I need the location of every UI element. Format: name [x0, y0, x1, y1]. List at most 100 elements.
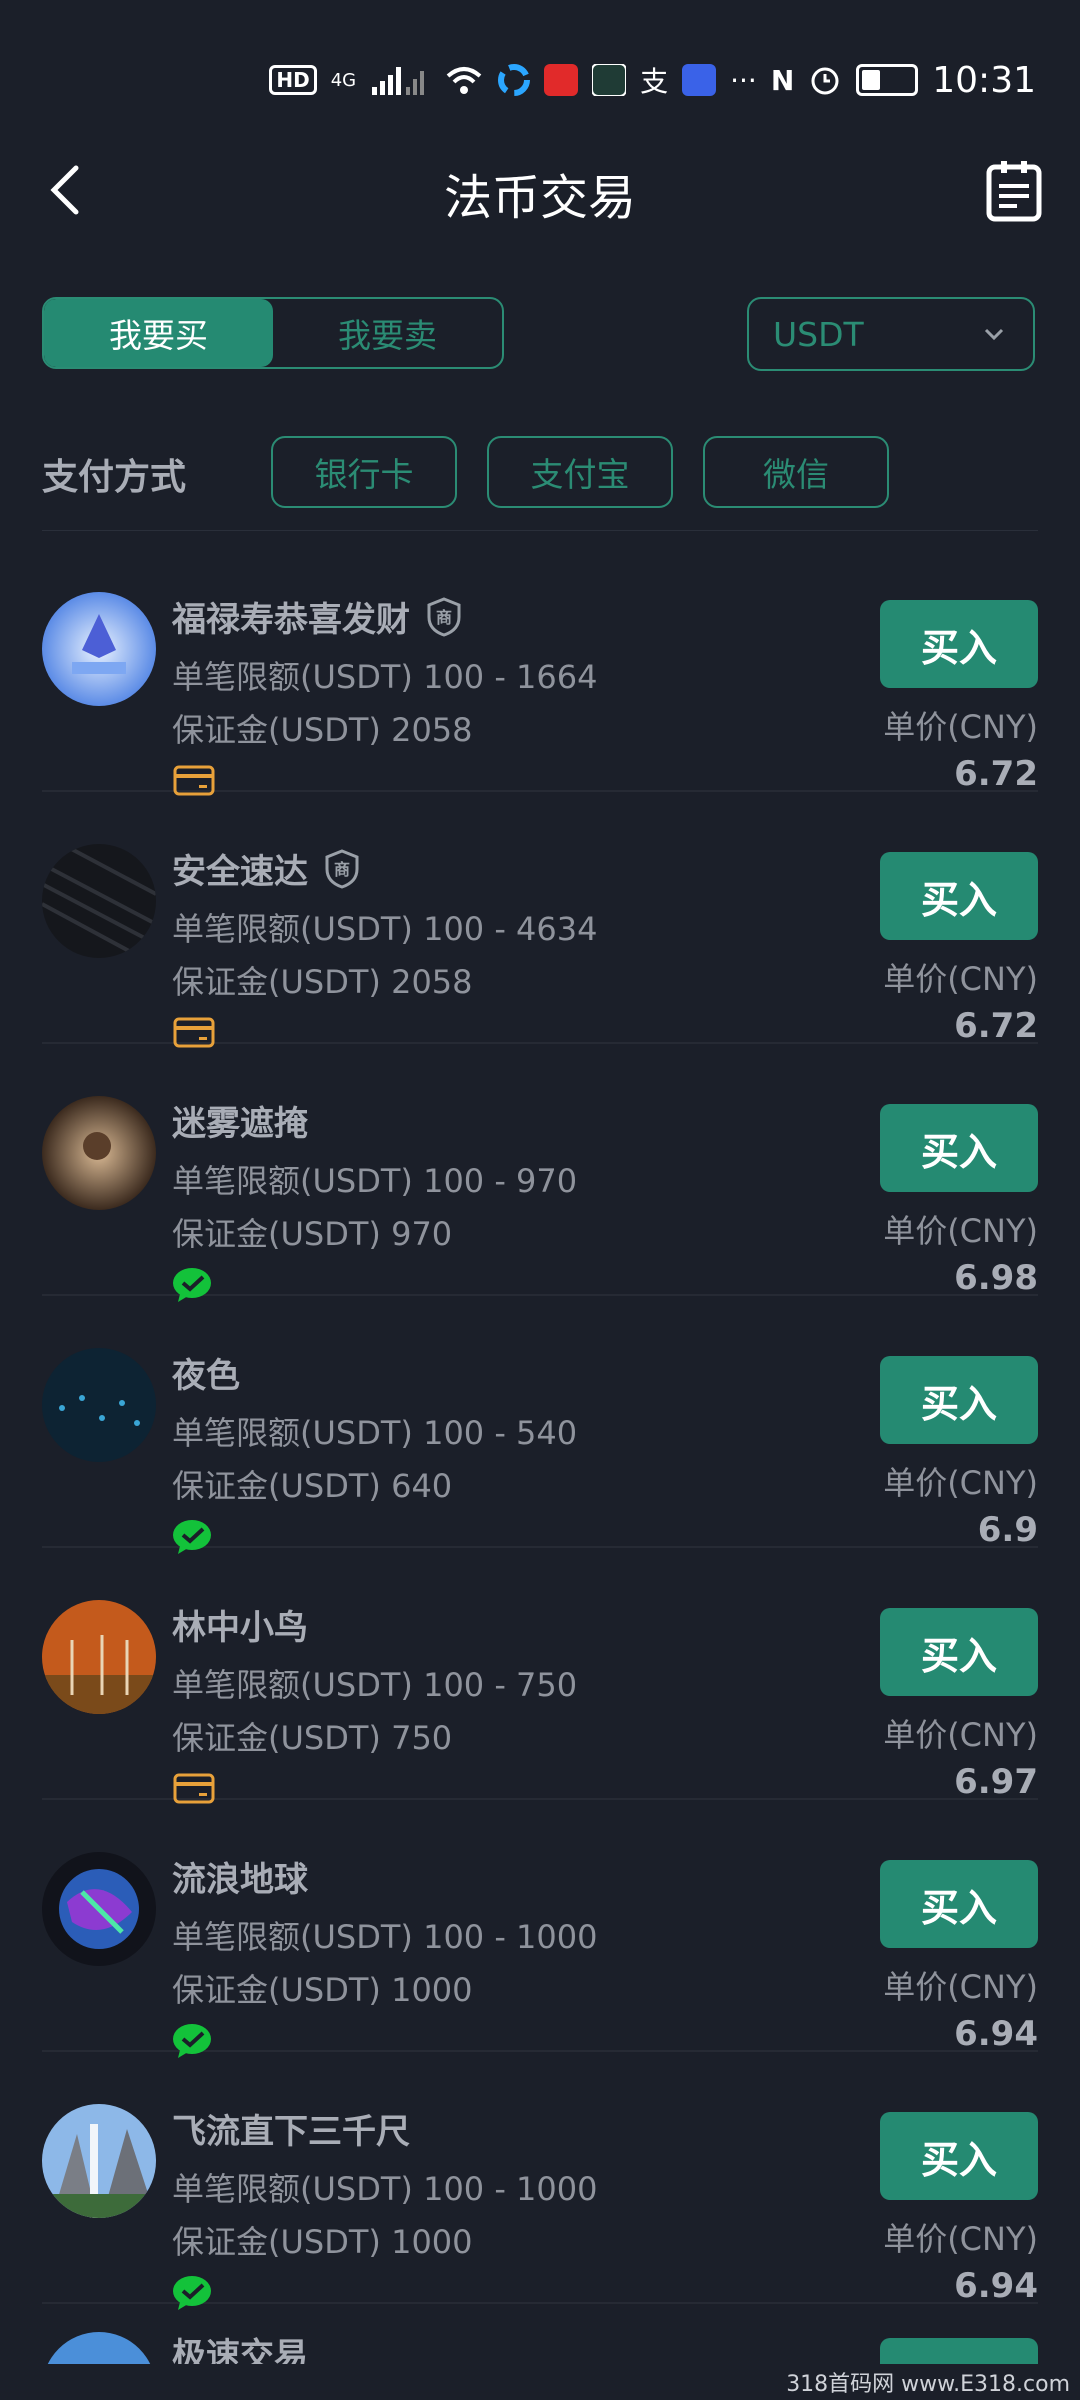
- order-limit: 单笔限额(USDT) 100 - 750: [172, 1660, 577, 1706]
- buy-button[interactable]: 买入: [880, 852, 1038, 940]
- tab-sell[interactable]: 我要卖: [273, 299, 502, 367]
- buy-button[interactable]: [880, 2338, 1038, 2364]
- merchant-row[interactable]: 福禄寿恭喜发财 商单笔限额(USDT) 100 - 1664 保证金(USDT) 2…: [42, 540, 1038, 796]
- deposit-value: 970: [391, 1215, 453, 1253]
- buy-button[interactable]: 买入: [880, 2112, 1038, 2200]
- unit-price: 6.9: [977, 1510, 1038, 1550]
- merchant-name-wrap: 林中小鸟: [172, 1600, 308, 1649]
- deposit: 保证金(USDT) 640: [172, 1461, 452, 1507]
- limit-value: 100 - 1664: [423, 658, 598, 696]
- status-time: 10:31: [932, 59, 1036, 101]
- deposit-value: 1000: [391, 2223, 473, 2261]
- merchant-avatar: [42, 2332, 156, 2364]
- payment-label: 支付方式: [42, 457, 187, 498]
- limit-label: 单笔限额(USDT): [172, 1918, 424, 1956]
- payment-option-bank-card[interactable]: 银行卡: [271, 436, 457, 508]
- tab-buy[interactable]: 我要买: [44, 299, 273, 367]
- merchant-name-wrap: 夜色: [172, 1348, 240, 1397]
- unit-price: 6.94: [954, 2266, 1038, 2306]
- deposit-label: 保证金(USDT): [172, 1215, 392, 1253]
- weibo-app-icon: [544, 64, 579, 96]
- wifi-icon: [446, 67, 482, 94]
- merchant-row[interactable]: 迷雾遮掩 单笔限额(USDT) 100 - 970 保证金(USDT) 970 买入单…: [42, 1044, 1038, 1302]
- merchant-name: 极速交易: [172, 2336, 308, 2364]
- merchant-name-wrap: 迷雾遮掩: [172, 1096, 308, 1145]
- merchant-row[interactable]: 夜色单笔限额(USDT) 100 - 540 保证金(USDT) 640 买入单价(…: [42, 1296, 1038, 1554]
- price-label: 单价(CNY): [883, 1212, 1038, 1250]
- deposit: 保证金(USDT) 1000: [172, 2217, 473, 2263]
- price-label: 单价(CNY): [883, 1716, 1038, 1754]
- merchant-row[interactable]: 安全速达 商单笔限额(USDT) 100 - 4634 保证金(USDT) 2058…: [42, 792, 1038, 1048]
- limit-label: 单笔限额(USDT): [172, 1162, 424, 1200]
- merchant-avatar: [42, 1348, 156, 1462]
- title-bar: 法币交易: [0, 140, 1080, 240]
- order-limit: 单笔限额(USDT) 100 - 540: [172, 1408, 577, 1454]
- limit-value: 100 - 1000: [423, 2170, 598, 2208]
- deposit-label: 保证金(USDT): [172, 1971, 392, 2009]
- payment-filter: 支付方式 银行卡 支付宝 微信: [42, 436, 1038, 510]
- merchant-avatar: [42, 1600, 156, 1714]
- merchant-avatar: [42, 2104, 156, 2218]
- price-label: 单价(CNY): [883, 1464, 1038, 1502]
- merchant-name: 林中小鸟: [172, 1608, 308, 1648]
- merchant-name-wrap: 福禄寿恭喜发财 商: [172, 592, 462, 641]
- svg-text:商: 商: [334, 860, 350, 879]
- limit-label: 单笔限额(USDT): [172, 2170, 424, 2208]
- merchant-name: 安全速达: [172, 852, 308, 892]
- payment-option-alipay[interactable]: 支付宝: [487, 436, 673, 508]
- currency-select[interactable]: USDT: [747, 297, 1035, 371]
- merchant-name: 夜色: [172, 1356, 240, 1396]
- order-limit: 单笔限额(USDT) 100 - 1000: [172, 2164, 597, 2210]
- battery-icon: [856, 64, 919, 96]
- limit-label: 单笔限额(USDT): [172, 658, 424, 696]
- currency-value: USDT: [773, 314, 864, 354]
- buy-button[interactable]: 买入: [880, 600, 1038, 688]
- deposit-value: 750: [391, 1719, 453, 1757]
- unit-price: 6.72: [954, 754, 1038, 794]
- deposit: 保证金(USDT) 750: [172, 1713, 452, 1759]
- buy-button[interactable]: 买入: [880, 1356, 1038, 1444]
- price-label: 单价(CNY): [883, 708, 1038, 746]
- buy-button[interactable]: 买入: [880, 1104, 1038, 1192]
- price-label: 单价(CNY): [883, 960, 1038, 998]
- merchant-row[interactable]: 林中小鸟单笔限额(USDT) 100 - 750 保证金(USDT) 750 买入单…: [42, 1548, 1038, 1804]
- alarm-icon: [811, 67, 839, 95]
- merchant-row[interactable]: 流浪地球单笔限额(USDT) 100 - 1000 保证金(USDT) 1000 买…: [42, 1800, 1038, 2058]
- alipay-app-icon: 支: [640, 65, 669, 98]
- merchant-row[interactable]: 飞流直下三千尺 单笔限额(USDT) 100 - 1000 保证金(USDT) 10…: [42, 2052, 1038, 2310]
- deposit-label: 保证金(USDT): [172, 2223, 392, 2261]
- merchant-name-wrap: 飞流直下三千尺: [172, 2104, 410, 2153]
- merchant-avatar: [42, 1096, 156, 1210]
- order-limit: 单笔限额(USDT) 100 - 4634: [172, 904, 597, 950]
- price-label: 单价(CNY): [883, 2220, 1038, 2258]
- merchant-badge-icon: 商: [325, 848, 359, 889]
- merchant-name-wrap: 安全速达 商: [172, 844, 360, 893]
- order-limit: 单笔限额(USDT) 100 - 1000: [172, 1912, 597, 1958]
- unit-price: 6.98: [954, 1258, 1038, 1298]
- deposit-label: 保证金(USDT): [172, 1719, 392, 1757]
- merchant-name: 流浪地球: [172, 1860, 308, 1900]
- trade-direction-tabs: 我要买 我要卖: [42, 297, 504, 369]
- hd-icon: HD: [269, 65, 317, 95]
- chevron-down-icon: [984, 328, 1004, 341]
- deposit-value: 1000: [391, 1971, 473, 2009]
- merchant-name-wrap: 流浪地球: [172, 1852, 308, 1901]
- buy-button[interactable]: 买入: [880, 1608, 1038, 1696]
- svg-text:商: 商: [436, 608, 452, 627]
- limit-label: 单笔限额(USDT): [172, 1414, 424, 1452]
- buy-button[interactable]: 买入: [880, 1860, 1038, 1948]
- divider: [42, 530, 1038, 531]
- merchant-name: 飞流直下三千尺: [172, 2112, 410, 2152]
- limit-value: 100 - 750: [423, 1666, 578, 1704]
- unit-price: 6.72: [954, 1006, 1038, 1046]
- signal-icon: [372, 67, 425, 95]
- limit-label: 单笔限额(USDT): [172, 910, 424, 948]
- deposit-value: 640: [391, 1467, 453, 1505]
- deposit: 保证金(USDT) 2058: [172, 957, 473, 1003]
- order-list-icon[interactable]: [984, 158, 1044, 222]
- merchant-row-partial[interactable]: 极速交易: [42, 2304, 1038, 2364]
- unit-price: 6.97: [954, 1762, 1038, 1802]
- price-label: 单价(CNY): [883, 1968, 1038, 2006]
- payment-option-wechat[interactable]: 微信: [703, 436, 889, 508]
- page-title: 法币交易: [443, 170, 636, 226]
